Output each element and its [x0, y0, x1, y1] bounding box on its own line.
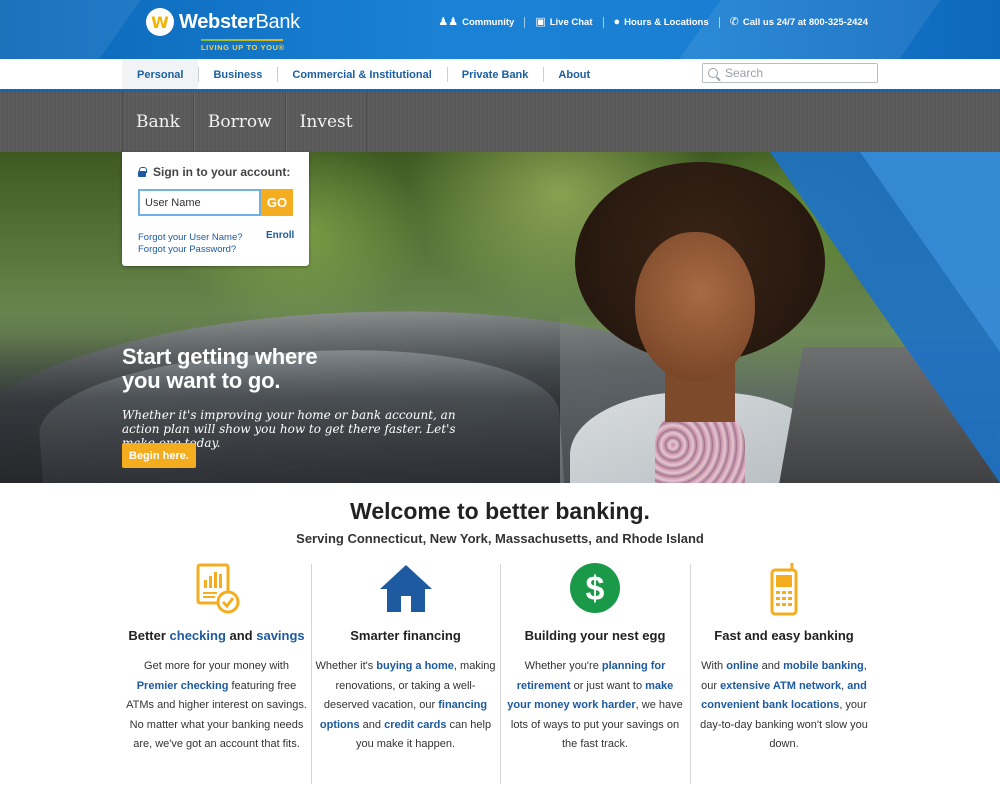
top-header-bar: W WebsterBank LIVING UP TO YOU® ♟♟ Commu… — [0, 0, 1000, 59]
subnav-invest[interactable]: Invest — [285, 92, 367, 152]
mobile-phone-icon — [754, 562, 814, 616]
sub-nav-items: Bank Borrow Invest — [122, 92, 367, 152]
logo-wordmark: WebsterBank — [179, 11, 300, 33]
feature-title-text: Better — [128, 628, 170, 643]
hero-headline-line: you want to go. — [122, 368, 281, 393]
feature-description: Whether you're planning for retirement o… — [500, 657, 690, 755]
utility-link-community[interactable]: ♟♟ Community — [428, 17, 524, 28]
main-nav: Personal Business Commercial & Instituti… — [0, 59, 1000, 90]
login-title: Sign in to your account: — [153, 165, 291, 179]
atm-network-link[interactable]: extensive ATM network — [720, 680, 841, 692]
username-field — [138, 189, 261, 216]
utility-link-live-chat[interactable]: ▣ Live Chat — [524, 16, 602, 28]
savings-link[interactable]: savings — [256, 628, 304, 643]
feature-nest-egg: $ Building your nest egg Whether you're … — [500, 562, 690, 799]
main-nav-items: Personal Business Commercial & Instituti… — [122, 59, 605, 90]
checking-link[interactable]: checking — [170, 628, 226, 643]
location-pin-icon: ● — [613, 16, 621, 28]
webster-bank-logo[interactable]: W WebsterBank LIVING UP TO YOU® — [146, 8, 300, 54]
search-icon[interactable] — [708, 68, 718, 78]
online-banking-link[interactable]: online — [726, 660, 758, 672]
logo-tagline: LIVING UP TO YOU® — [201, 43, 285, 52]
nav-tab-about[interactable]: About — [543, 59, 605, 90]
dollar-circle-icon: $ — [565, 562, 625, 616]
utility-link-hours-locations[interactable]: ● Hours & Locations — [602, 16, 719, 28]
svg-text:$: $ — [586, 570, 605, 608]
feature-text: and — [758, 660, 784, 672]
house-icon — [376, 562, 436, 616]
forgot-username-link[interactable]: Forgot your User Name? — [138, 232, 243, 243]
sub-nav: Bank Borrow Invest — [0, 92, 1000, 152]
credit-cards-link[interactable]: credit cards — [384, 719, 446, 731]
nav-tab-commercial-institutional[interactable]: Commercial & Institutional — [277, 59, 446, 90]
login-panel: Sign in to your account: GO Forgot your … — [122, 152, 309, 266]
hero-copy: Start getting where you want to go. Whet… — [122, 345, 482, 451]
hero-headline: Start getting where you want to go. — [122, 345, 482, 393]
nav-tab-personal[interactable]: Personal — [122, 59, 199, 90]
mobile-banking-link[interactable]: mobile banking — [783, 660, 864, 672]
people-icon: ♟♟ — [438, 16, 459, 28]
begin-here-button[interactable]: Begin here. — [122, 443, 196, 468]
logo-emblem-icon: W — [146, 8, 174, 36]
header-decor-stripe — [679, 0, 941, 59]
feature-title: Fast and easy banking — [714, 628, 854, 643]
feature-fast-easy-banking: Fast and easy banking With online and mo… — [690, 562, 878, 799]
utility-link-label: Live Chat — [549, 16, 593, 28]
feature-checking-savings: Better checking and savings Get more for… — [122, 562, 311, 799]
checklist-document-icon — [187, 562, 247, 616]
enroll-link[interactable]: Enroll — [266, 230, 294, 241]
feature-text: With — [701, 660, 727, 672]
feature-text: Get more for your money with — [144, 660, 289, 672]
welcome-subtitle: Serving Connecticut, New York, Massachus… — [296, 531, 704, 546]
utility-link-label: Call us 24/7 at 800-325-2424 — [742, 16, 868, 28]
buying-a-home-link[interactable]: buying a home — [376, 660, 454, 672]
phone-icon: ✆ — [729, 16, 739, 28]
feature-description: Get more for your money with Premier chec… — [122, 657, 311, 755]
utility-link-label: Community — [462, 16, 515, 28]
feature-smarter-financing: Smarter financing Whether it's buying a … — [311, 562, 500, 799]
go-button[interactable]: GO — [261, 189, 293, 216]
search-input[interactable] — [725, 66, 875, 80]
feature-text: Whether you're — [524, 660, 602, 672]
feature-description: Whether it's buying a home, making renov… — [311, 657, 500, 755]
header-decor-stripe — [0, 0, 141, 59]
feature-text: or just want to — [570, 679, 646, 692]
nav-tab-private-bank[interactable]: Private Bank — [446, 59, 544, 90]
premier-checking-link[interactable]: Premier checking — [137, 680, 229, 692]
login-header: Sign in to your account: — [138, 165, 290, 179]
feature-description: With online and mobile banking, our exte… — [690, 657, 878, 755]
lock-icon — [138, 167, 147, 177]
subnav-bank[interactable]: Bank — [122, 92, 194, 152]
nav-tab-business[interactable]: Business — [198, 59, 277, 90]
subnav-borrow[interactable]: Borrow — [193, 92, 286, 152]
feature-title: Better checking and savings — [122, 628, 311, 643]
utility-link-call-us[interactable]: ✆ Call us 24/7 at 800-325-2424 — [718, 16, 878, 28]
feature-text: and — [359, 718, 385, 731]
feature-title: Building your nest egg — [524, 628, 666, 643]
feature-title: Smarter financing — [350, 628, 461, 643]
feature-text: Whether it's — [315, 660, 377, 672]
hero-photo-face — [635, 232, 755, 382]
username-input[interactable] — [145, 196, 255, 209]
logo-underline — [201, 39, 283, 41]
chat-icon: ▣ — [535, 16, 546, 28]
feature-columns: Better checking and savings Get more for… — [122, 562, 878, 799]
utility-link-label: Hours & Locations — [624, 16, 709, 28]
feature-title-text: and — [225, 628, 257, 643]
hero-blue-accent — [860, 152, 1000, 352]
welcome-title: Welcome to better banking. — [350, 498, 650, 524]
search-box — [702, 63, 878, 83]
hero-photo-blouse — [655, 412, 745, 483]
utility-nav: ♟♟ Community ▣ Live Chat ● Hours & Locat… — [428, 15, 878, 29]
forgot-password-link[interactable]: Forgot your Password? — [138, 244, 236, 255]
hero-headline-line: Start getting where — [122, 344, 318, 369]
